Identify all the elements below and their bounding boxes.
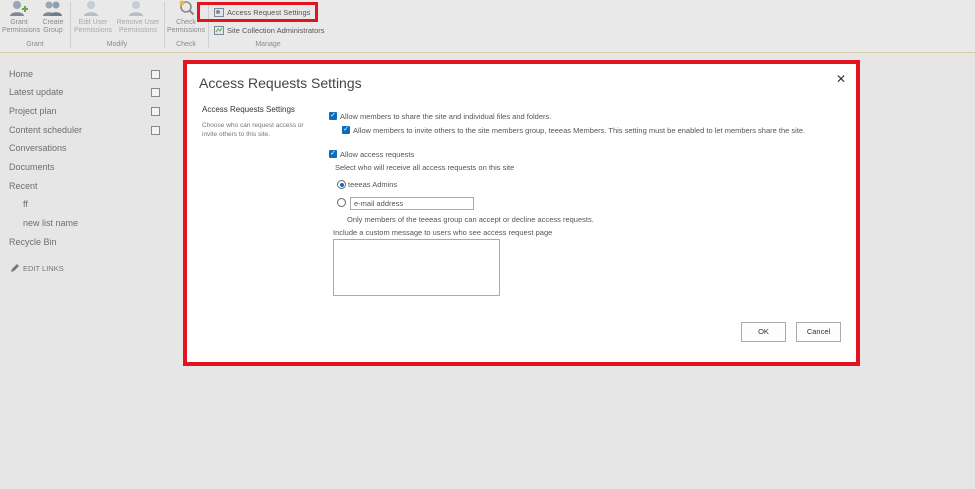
nav-item-recent-ff[interactable]: ff: [23, 199, 28, 209]
nav-item-conversations[interactable]: Conversations: [9, 143, 67, 153]
pencil-icon: [11, 264, 19, 272]
allow-access-requests-label: Allow access requests: [340, 150, 415, 159]
group-label-grant: Grant: [26, 41, 44, 48]
edit-links-button[interactable]: EDIT LINKS: [10, 264, 64, 273]
radio-admins-label: teeeas Admins: [348, 180, 398, 189]
select-who-label: Select who will receive all access reque…: [335, 163, 515, 172]
create-group-label: Create Group: [42, 19, 64, 34]
nav-item-project-plan[interactable]: Project plan: [9, 106, 57, 116]
grant-permissions-icon: [10, 1, 28, 16]
access-request-settings-highlight: [197, 2, 318, 22]
remove-user-permissions-button[interactable]: Remove User Permissions: [115, 0, 161, 35]
remove-user-icon: [129, 1, 143, 16]
nav-item-documents[interactable]: Documents: [9, 162, 55, 172]
radio-admins[interactable]: [337, 180, 346, 189]
email-input[interactable]: [350, 197, 474, 210]
site-collection-administrators-button[interactable]: Site Collection Administrators: [214, 26, 325, 35]
access-requests-dialog: Access Requests Settings ✕ Access Reques…: [183, 60, 860, 366]
nav-item-home[interactable]: Home: [9, 69, 33, 79]
custom-message-textarea[interactable]: [333, 239, 500, 296]
group-label-modify: Modify: [106, 41, 128, 48]
nav-checkbox[interactable]: [151, 88, 160, 97]
grant-permissions-button[interactable]: Grant Permissions: [2, 0, 40, 35]
section-description: Choose who can request access or invite …: [202, 122, 304, 138]
nav-item-recycle-bin[interactable]: Recycle Bin: [9, 237, 57, 247]
allow-share-label: Allow members to share the site and indi…: [340, 112, 552, 121]
close-icon[interactable]: ✕: [836, 72, 846, 86]
only-members-note: Only members of the teeeas group can acc…: [347, 215, 594, 224]
ribbon: Grant Permissions Create Group Edit User…: [0, 0, 975, 53]
site-admin-icon: [214, 26, 224, 35]
create-group-icon: [43, 1, 62, 16]
allow-access-requests-checkbox[interactable]: ✓: [329, 150, 337, 158]
edit-links-label: EDIT LINKS: [23, 264, 64, 273]
edit-user-permissions-button[interactable]: Edit User Permissions: [73, 0, 113, 35]
group-label-manage: Manage: [255, 41, 281, 48]
nav-item-recent-new-list-name[interactable]: new list name: [23, 218, 78, 228]
section-title: Access Requests Settings: [202, 105, 295, 114]
radio-email[interactable]: [337, 198, 346, 207]
edit-user-icon: [84, 1, 98, 16]
group-label-check: Check: [176, 41, 196, 48]
cancel-button[interactable]: Cancel: [796, 322, 841, 342]
nav-checkbox[interactable]: [151, 107, 160, 116]
nav-item-content-scheduler[interactable]: Content scheduler: [9, 125, 82, 135]
allow-invite-label: Allow members to invite others to the si…: [353, 126, 806, 135]
remove-user-permissions-label: Remove User Permissions: [116, 19, 160, 34]
check-permissions-icon: [179, 0, 195, 16]
nav-item-recent[interactable]: Recent: [9, 181, 38, 191]
dialog-title: Access Requests Settings: [199, 75, 362, 91]
nav-checkbox[interactable]: [151, 70, 160, 79]
allow-share-checkbox[interactable]: ✓: [329, 112, 337, 120]
create-group-button[interactable]: Create Group: [38, 0, 68, 35]
site-collection-administrators-label: Site Collection Administrators: [227, 26, 325, 35]
nav-checkbox[interactable]: [151, 126, 160, 135]
grant-permissions-label: Grant Permissions: [2, 19, 41, 34]
ok-button[interactable]: OK: [741, 322, 786, 342]
nav-item-latest-update[interactable]: Latest update: [9, 87, 64, 97]
custom-message-label: Include a custom message to users who se…: [333, 228, 553, 237]
edit-user-permissions-label: Edit User Permissions: [73, 19, 113, 34]
allow-invite-checkbox[interactable]: ✓: [342, 126, 350, 134]
